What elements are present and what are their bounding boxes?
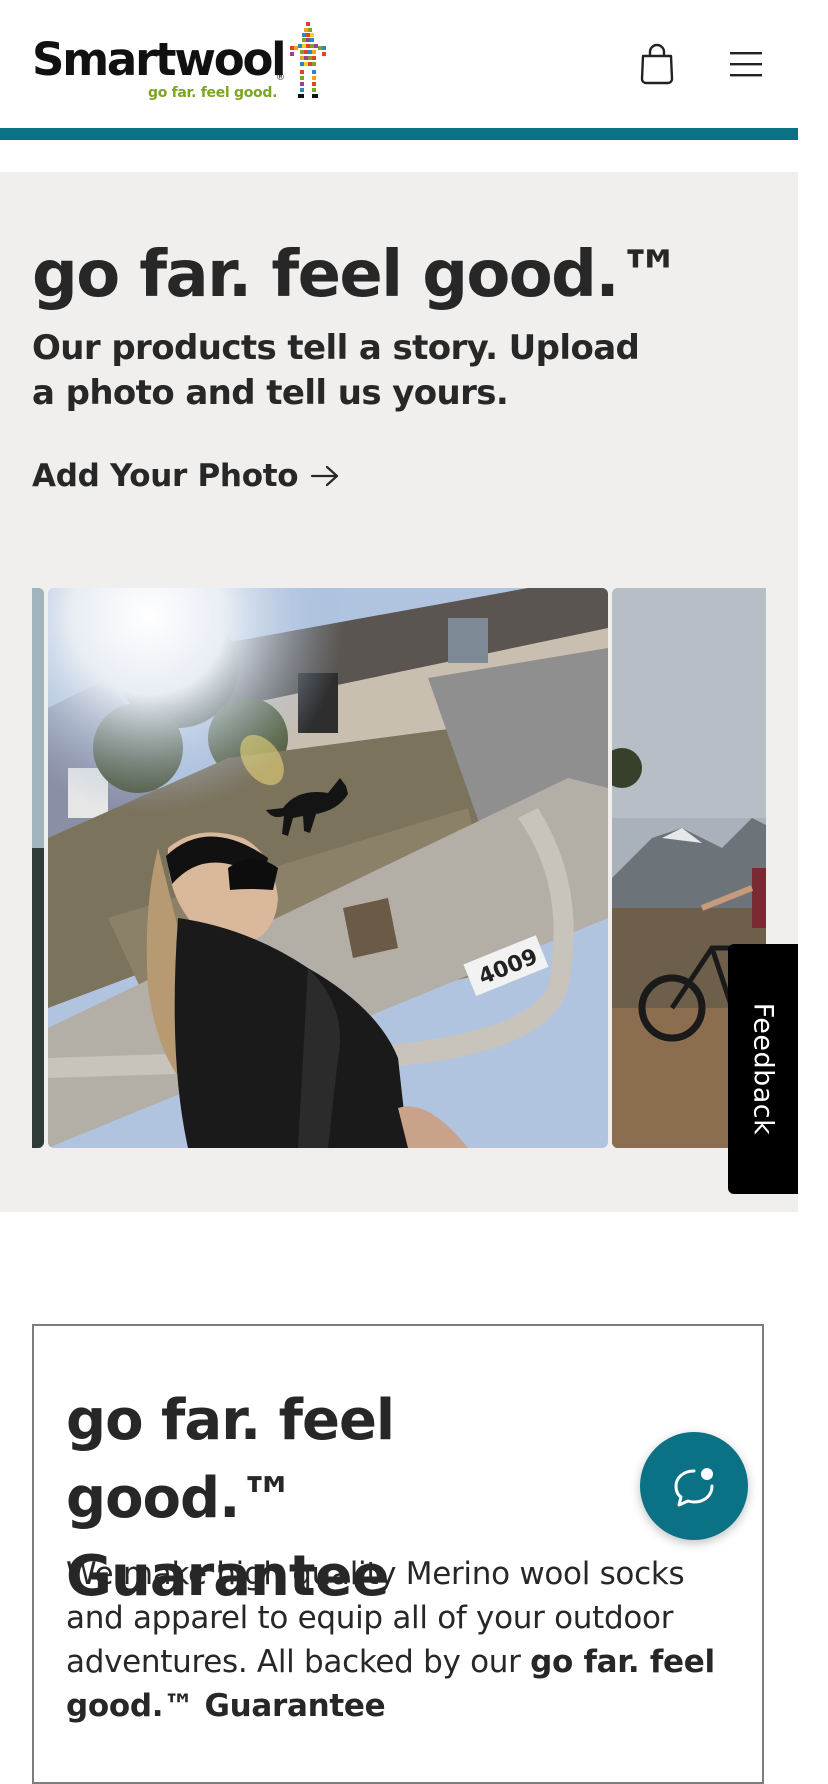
add-your-photo-link[interactable]: Add Your Photo xyxy=(32,452,340,500)
photo-carousel[interactable]: 4009 xyxy=(32,588,766,1148)
pixel-man-logo-icon xyxy=(290,22,326,98)
cart-button[interactable] xyxy=(633,40,681,88)
site-header: Smartwool ® go far. feel good. xyxy=(0,0,798,128)
carousel-slide-prev[interactable] xyxy=(32,588,44,1148)
hero-title: go far. feel good.™ xyxy=(32,238,682,312)
logo-registered-mark: ® xyxy=(276,73,285,83)
logo-wordmark: Smartwool xyxy=(32,33,287,86)
logo-tagline: go far. feel good. xyxy=(148,85,278,101)
header-accent-bar xyxy=(0,128,798,140)
feedback-label: Feedback xyxy=(747,1002,779,1136)
guarantee-body: We make high quality Merino wool socks a… xyxy=(66,1552,730,1728)
feedback-tab[interactable]: Feedback xyxy=(728,944,798,1194)
chat-bubble-icon xyxy=(674,1468,714,1507)
add-photo-label: Add Your Photo xyxy=(32,458,299,494)
carousel-slide-main[interactable]: 4009 xyxy=(48,588,608,1148)
smartwool-logo[interactable]: Smartwool ® go far. feel good. xyxy=(32,22,332,104)
photo-woman-headband-dog-sidewalk: 4009 xyxy=(48,588,608,1148)
guarantee-card: go far. feel good.™ Guarantee We make hi… xyxy=(32,1324,764,1784)
menu-button[interactable] xyxy=(722,40,770,88)
shopping-bag-icon xyxy=(640,43,674,85)
photo-partial-left xyxy=(32,588,44,1148)
hero-subtitle: Our products tell a story. Upload a phot… xyxy=(32,328,640,413)
chat-button[interactable] xyxy=(640,1432,748,1540)
arrow-right-icon xyxy=(311,465,339,487)
hamburger-menu-icon xyxy=(730,52,762,77)
